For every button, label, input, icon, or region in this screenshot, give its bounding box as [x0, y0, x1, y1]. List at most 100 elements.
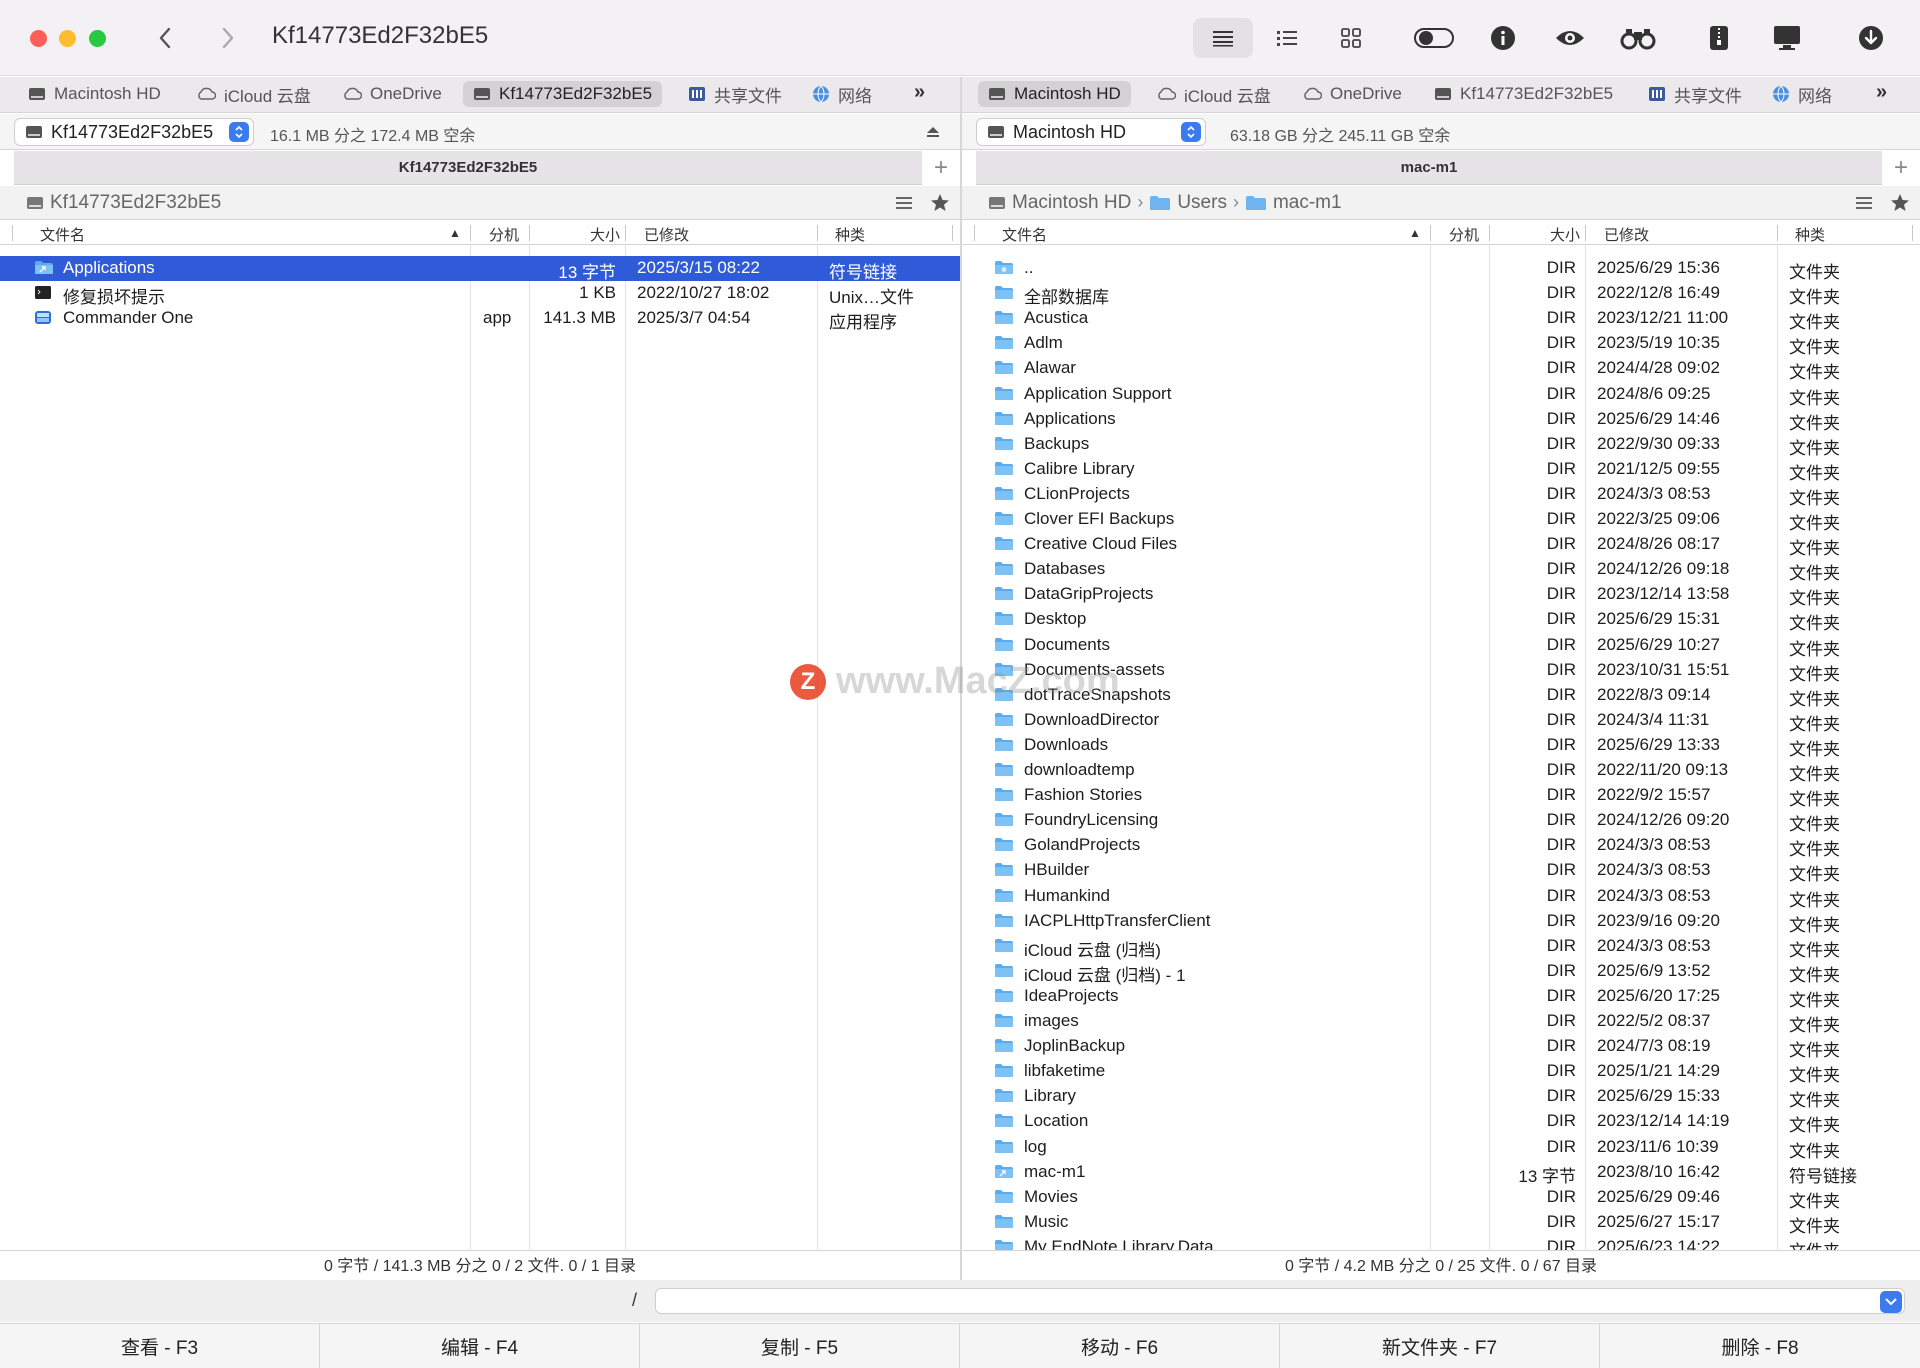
- right-tab-icloud[interactable]: iCloud 云盘: [1146, 81, 1281, 107]
- breadcrumb-item[interactable]: mac-m1: [1273, 192, 1342, 214]
- table-row[interactable]: 修复损坏提示 1 KB 2022/10/27 18:02 Unix…文件: [0, 281, 960, 307]
- left-tab-network[interactable]: 网络: [802, 81, 882, 107]
- table-row[interactable]: GolandProjects DIR 2024/3/3 08:53 文件夹: [962, 833, 1920, 859]
- table-row[interactable]: Commander One app 141.3 MB 2025/3/7 04:54 应用…: [0, 306, 960, 332]
- table-row[interactable]: Fashion Stories DIR 2022/9/2 15:57 文件夹: [962, 783, 1920, 809]
- table-row[interactable]: iCloud 云盘 (归档) DIR 2024/3/3 08:53 文件夹: [962, 934, 1920, 960]
- table-row[interactable]: IACPLHttpTransferClient DIR 2023/9/16 09:2…: [962, 909, 1920, 935]
- table-row[interactable]: 全部数据库 DIR 2022/12/8 16:49 文件夹: [962, 281, 1920, 307]
- right-favorites-button[interactable]: [1886, 190, 1914, 216]
- eject-icon[interactable]: [926, 126, 940, 138]
- left-more-tabs-button[interactable]: »: [914, 81, 925, 107]
- table-row[interactable]: DataGripProjects DIR 2023/12/14 13:58 文件夹: [962, 582, 1920, 608]
- table-row[interactable]: IdeaProjects DIR 2025/6/20 17:25 文件夹: [962, 984, 1920, 1010]
- table-row[interactable]: Clover EFI Backups DIR 2022/3/25 09:06 文件夹: [962, 507, 1920, 533]
- right-tab-network[interactable]: 网络: [1762, 81, 1842, 107]
- info-button[interactable]: [1473, 18, 1533, 58]
- column-name[interactable]: 文件名: [40, 224, 85, 245]
- table-row[interactable]: iCloud 云盘 (归档) - 1 DIR 2025/6/9 13:52 文件夹: [962, 959, 1920, 985]
- table-row[interactable]: Backups DIR 2022/9/30 09:33 文件夹: [962, 432, 1920, 458]
- table-row[interactable]: Adlm DIR 2023/5/19 10:35 文件夹: [962, 331, 1920, 357]
- left-columns-button[interactable]: [890, 190, 918, 216]
- table-row[interactable]: log DIR 2023/11/6 10:39 文件夹: [962, 1135, 1920, 1161]
- table-row[interactable]: HBuilder DIR 2024/3/3 08:53 文件夹: [962, 858, 1920, 884]
- table-row[interactable]: Movies DIR 2025/6/29 09:46 文件夹: [962, 1185, 1920, 1211]
- column-ext[interactable]: 分机: [1449, 224, 1479, 245]
- grid-view-button[interactable]: [1321, 18, 1381, 58]
- command-input[interactable]: [655, 1288, 1905, 1314]
- left-volume-select[interactable]: Kf14773Ed2F32bE5: [14, 118, 254, 146]
- table-row[interactable]: Downloads DIR 2025/6/29 13:33 文件夹: [962, 733, 1920, 759]
- forward-button[interactable]: [213, 22, 243, 54]
- table-row[interactable]: Application Support DIR 2024/8/6 09:25 文件夹: [962, 382, 1920, 408]
- column-name[interactable]: 文件名: [1002, 224, 1047, 245]
- table-row[interactable]: Applications 13 字节 2025/3/15 08:22 符号链接: [0, 256, 960, 282]
- left-add-tab-button[interactable]: +: [924, 151, 958, 185]
- right-add-tab-button[interactable]: +: [1884, 151, 1918, 185]
- breadcrumb-item[interactable]: Macintosh HD: [1012, 192, 1131, 214]
- column-ext[interactable]: 分机: [489, 224, 519, 245]
- minimize-window-button[interactable]: [59, 30, 76, 47]
- move-f6-button[interactable]: 移动 - F6: [960, 1324, 1280, 1368]
- table-row[interactable]: mac-m1 13 字节 2023/8/10 16:42 符号链接: [962, 1160, 1920, 1186]
- column-kind[interactable]: 种类: [1795, 224, 1825, 245]
- edit-f4-button[interactable]: 编辑 - F4: [320, 1324, 640, 1368]
- preview-button[interactable]: [1540, 18, 1600, 58]
- table-row[interactable]: JoplinBackup DIR 2024/7/3 08:19 文件夹: [962, 1034, 1920, 1060]
- column-kind[interactable]: 种类: [835, 224, 865, 245]
- table-row[interactable]: CLionProjects DIR 2024/3/3 08:53 文件夹: [962, 482, 1920, 508]
- command-history-button[interactable]: [1880, 1291, 1902, 1313]
- table-row[interactable]: images DIR 2022/5/2 08:37 文件夹: [962, 1009, 1920, 1035]
- right-tab-kf14773[interactable]: Kf14773Ed2F32bE5: [1424, 81, 1623, 107]
- table-row[interactable]: downloadtemp DIR 2022/11/20 09:13 文件夹: [962, 758, 1920, 784]
- right-tab-onedrive[interactable]: OneDrive: [1292, 81, 1412, 107]
- table-row[interactable]: My EndNote Library.Data DIR 2025/6/23 14:2…: [962, 1235, 1920, 1250]
- left-tab-kf14773[interactable]: Kf14773Ed2F32bE5: [463, 81, 663, 107]
- table-row[interactable]: libfaketime DIR 2025/1/21 14:29 文件夹: [962, 1059, 1920, 1085]
- right-tab-shared[interactable]: 共享文件: [1638, 81, 1752, 107]
- breadcrumb-item[interactable]: Users: [1177, 192, 1227, 214]
- table-row[interactable]: Desktop DIR 2025/6/29 15:31 文件夹: [962, 607, 1920, 633]
- table-row[interactable]: Alawar DIR 2024/4/28 09:02 文件夹: [962, 356, 1920, 382]
- table-row[interactable]: Databases DIR 2024/12/26 09:18 文件夹: [962, 557, 1920, 583]
- new-folder-f7-button[interactable]: 新文件夹 - F7: [1280, 1324, 1600, 1368]
- column-size[interactable]: 大小: [1550, 224, 1580, 245]
- right-more-tabs-button[interactable]: »: [1876, 81, 1887, 107]
- close-window-button[interactable]: [30, 30, 47, 47]
- view-f3-button[interactable]: 查看 - F3: [0, 1324, 320, 1368]
- terminal-button[interactable]: [1757, 18, 1817, 58]
- table-row[interactable]: Applications DIR 2025/6/29 14:46 文件夹: [962, 407, 1920, 433]
- zoom-window-button[interactable]: [89, 30, 106, 47]
- table-row[interactable]: .. DIR 2025/6/29 15:36 文件夹: [962, 256, 1920, 282]
- table-row[interactable]: Location DIR 2023/12/14 14:19 文件夹: [962, 1109, 1920, 1135]
- table-row[interactable]: Calibre Library DIR 2021/12/5 09:55 文件夹: [962, 457, 1920, 483]
- column-modified[interactable]: 已修改: [644, 224, 689, 245]
- delete-f8-button[interactable]: 删除 - F8: [1600, 1324, 1920, 1368]
- detail-view-button[interactable]: [1257, 18, 1317, 58]
- archive-button[interactable]: [1689, 18, 1749, 58]
- download-button[interactable]: [1841, 18, 1901, 58]
- table-row[interactable]: FoundryLicensing DIR 2024/12/26 09:20 文件夹: [962, 808, 1920, 834]
- left-favorites-button[interactable]: [926, 190, 954, 216]
- left-tab-icloud[interactable]: iCloud 云盘: [186, 81, 321, 107]
- table-row[interactable]: Library DIR 2025/6/29 15:33 文件夹: [962, 1084, 1920, 1110]
- table-row[interactable]: Humankind DIR 2024/3/3 08:53 文件夹: [962, 884, 1920, 910]
- right-columns-button[interactable]: [1850, 190, 1878, 216]
- breadcrumb-item[interactable]: Kf14773Ed2F32bE5: [50, 192, 221, 214]
- table-row[interactable]: Music DIR 2025/6/27 15:17 文件夹: [962, 1210, 1920, 1236]
- left-tab-onedrive[interactable]: OneDrive: [332, 81, 452, 107]
- list-view-button[interactable]: [1193, 18, 1253, 58]
- table-row[interactable]: Documents DIR 2025/6/29 10:27 文件夹: [962, 633, 1920, 659]
- search-button[interactable]: [1608, 18, 1668, 58]
- right-volume-select[interactable]: Macintosh HD: [976, 118, 1206, 146]
- left-tab-macintosh-hd[interactable]: Macintosh HD: [18, 81, 171, 107]
- left-tab-shared[interactable]: 共享文件: [678, 81, 792, 107]
- column-size[interactable]: 大小: [590, 224, 620, 245]
- copy-f5-button[interactable]: 复制 - F5: [640, 1324, 960, 1368]
- toggle-hidden-button[interactable]: [1404, 18, 1464, 58]
- table-row[interactable]: DownloadDirector DIR 2024/3/4 11:31 文件夹: [962, 708, 1920, 734]
- table-row[interactable]: Creative Cloud Files DIR 2024/8/26 08:17 文件…: [962, 532, 1920, 558]
- back-button[interactable]: [150, 22, 180, 54]
- right-tab-macintosh-hd[interactable]: Macintosh HD: [978, 81, 1131, 107]
- column-modified[interactable]: 已修改: [1604, 224, 1649, 245]
